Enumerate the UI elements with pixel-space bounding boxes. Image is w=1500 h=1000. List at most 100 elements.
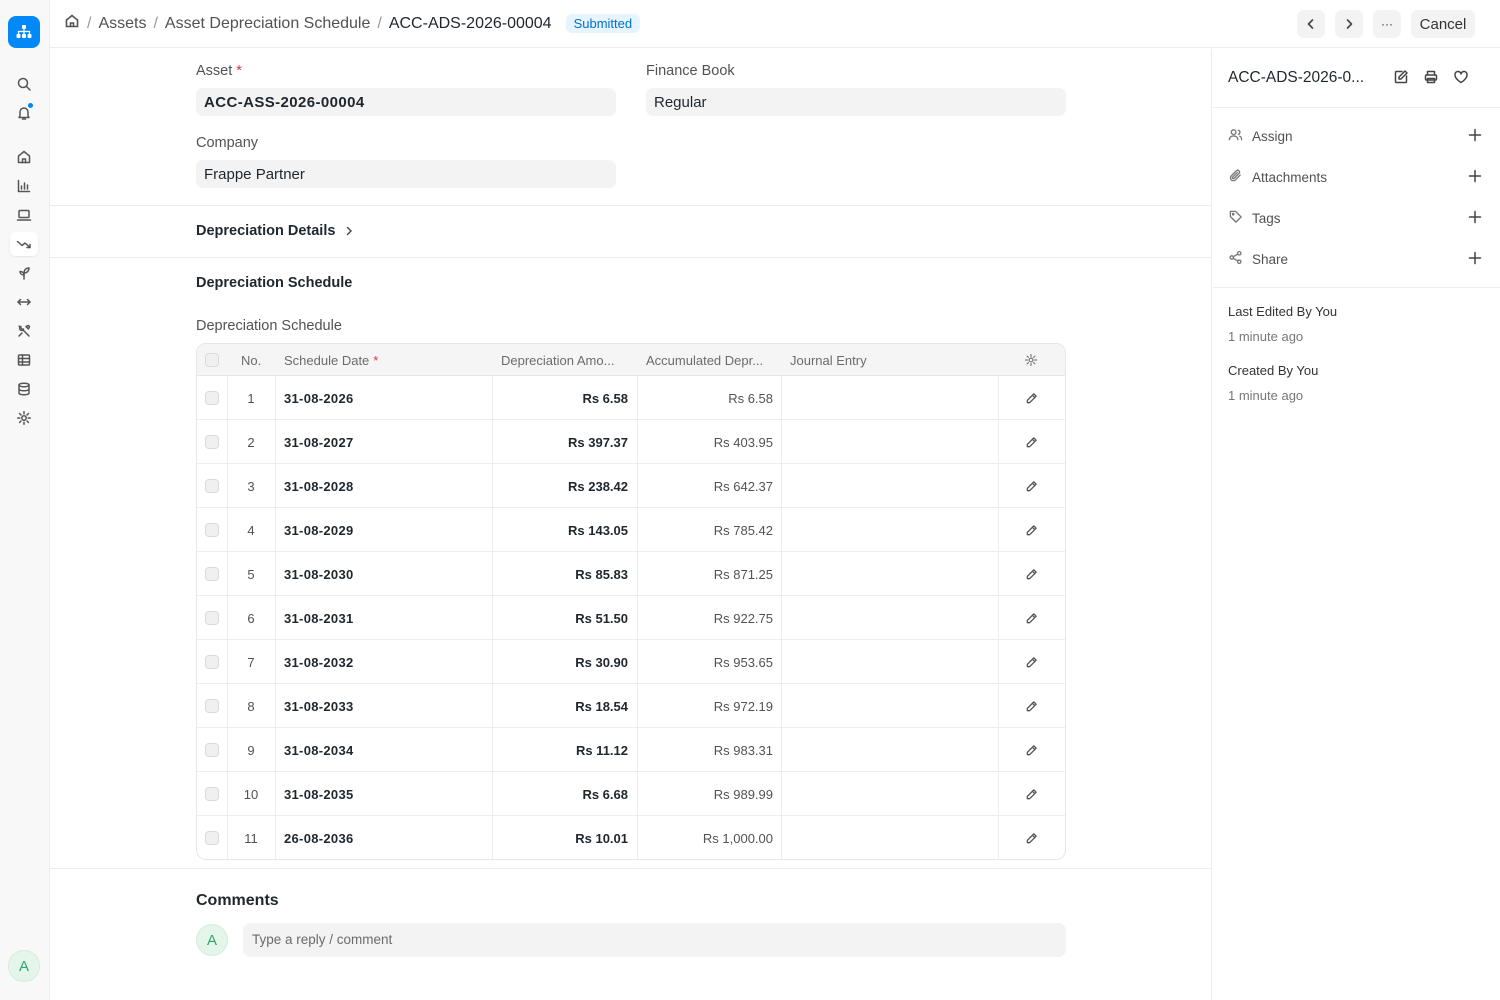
database-icon[interactable] xyxy=(10,377,38,401)
row-checkbox[interactable] xyxy=(205,552,221,596)
depreciation-amount-cell[interactable]: Rs 238.42 xyxy=(493,464,628,508)
edit-row-icon[interactable] xyxy=(1025,596,1041,640)
journal-entry-cell[interactable] xyxy=(782,464,998,508)
trend-down-icon[interactable] xyxy=(10,232,38,256)
schedule-date-cell[interactable]: 31-08-2027 xyxy=(284,420,354,464)
column-header-accumulated-depreciation[interactable]: Accumulated Depr... xyxy=(646,344,763,376)
depreciation-amount-cell[interactable]: Rs 85.83 xyxy=(493,552,628,596)
depreciation-amount-cell[interactable]: Rs 10.01 xyxy=(493,816,628,859)
breadcrumb-assets[interactable]: Assets xyxy=(98,15,146,33)
table-row[interactable]: 9 31-08-2034 Rs 11.12 Rs 983.31 xyxy=(197,728,1065,772)
row-checkbox[interactable] xyxy=(205,508,221,552)
accumulated-depreciation-cell[interactable]: Rs 953.65 xyxy=(638,640,773,684)
column-header-depreciation-amount[interactable]: Depreciation Amo... xyxy=(501,344,614,376)
row-checkbox[interactable] xyxy=(205,640,221,684)
journal-entry-cell[interactable] xyxy=(782,376,998,420)
row-checkbox[interactable] xyxy=(205,816,221,859)
journal-entry-cell[interactable] xyxy=(782,508,998,552)
accumulated-depreciation-cell[interactable]: Rs 922.75 xyxy=(638,596,773,640)
edit-icon[interactable] xyxy=(1393,69,1411,87)
column-header-schedule-date[interactable]: Schedule Date * xyxy=(284,344,378,376)
bar-chart-icon[interactable] xyxy=(10,174,38,198)
table-row[interactable]: 10 31-08-2035 Rs 6.68 Rs 989.99 xyxy=(197,772,1065,816)
accumulated-depreciation-cell[interactable]: Rs 6.58 xyxy=(638,376,773,420)
edit-row-icon[interactable] xyxy=(1025,376,1041,420)
table-row[interactable]: 2 31-08-2027 Rs 397.37 Rs 403.95 xyxy=(197,420,1065,464)
depreciation-amount-cell[interactable]: Rs 18.54 xyxy=(493,684,628,728)
depreciation-amount-cell[interactable]: Rs 143.05 xyxy=(493,508,628,552)
tags-row[interactable]: Tags xyxy=(1228,206,1483,230)
edit-row-icon[interactable] xyxy=(1025,552,1041,596)
finance-book-field[interactable]: Regular xyxy=(646,88,1066,116)
schedule-date-cell[interactable]: 31-08-2029 xyxy=(284,508,354,552)
edit-row-icon[interactable] xyxy=(1025,728,1041,772)
table-row[interactable]: 4 31-08-2029 Rs 143.05 Rs 785.42 xyxy=(197,508,1065,552)
previous-button[interactable] xyxy=(1297,10,1325,38)
accumulated-depreciation-cell[interactable]: Rs 983.31 xyxy=(638,728,773,772)
home-icon[interactable] xyxy=(10,145,38,169)
select-all-checkbox[interactable] xyxy=(205,344,221,376)
breadcrumb-asset-depreciation-schedule[interactable]: Asset Depreciation Schedule xyxy=(165,15,370,33)
print-icon[interactable] xyxy=(1423,69,1441,87)
row-checkbox[interactable] xyxy=(205,420,221,464)
depreciation-amount-cell[interactable]: Rs 6.68 xyxy=(493,772,628,816)
gear-icon[interactable] xyxy=(10,406,38,430)
notification-bell-icon[interactable] xyxy=(10,101,38,125)
schedule-date-cell[interactable]: 26-08-2036 xyxy=(284,816,354,859)
depreciation-amount-cell[interactable]: Rs 6.58 xyxy=(493,376,628,420)
edit-row-icon[interactable] xyxy=(1025,420,1041,464)
add-tag-button[interactable] xyxy=(1467,209,1483,228)
edit-row-icon[interactable] xyxy=(1025,640,1041,684)
company-field[interactable]: Frappe Partner xyxy=(196,160,616,188)
accumulated-depreciation-cell[interactable]: Rs 1,000.00 xyxy=(638,816,773,859)
table-row[interactable]: 6 31-08-2031 Rs 51.50 Rs 922.75 xyxy=(197,596,1065,640)
comment-input[interactable]: Type a reply / comment xyxy=(243,923,1066,957)
row-checkbox[interactable] xyxy=(205,684,221,728)
schedule-date-cell[interactable]: 31-08-2034 xyxy=(284,728,354,772)
journal-entry-cell[interactable] xyxy=(782,684,998,728)
accumulated-depreciation-cell[interactable]: Rs 871.25 xyxy=(638,552,773,596)
edit-row-icon[interactable] xyxy=(1025,772,1041,816)
table-row[interactable]: 11 26-08-2036 Rs 10.01 Rs 1,000.00 xyxy=(197,816,1065,859)
depreciation-amount-cell[interactable]: Rs 11.12 xyxy=(493,728,628,772)
accumulated-depreciation-cell[interactable]: Rs 785.42 xyxy=(638,508,773,552)
row-checkbox[interactable] xyxy=(205,728,221,772)
edit-row-icon[interactable] xyxy=(1025,816,1041,859)
schedule-date-cell[interactable]: 31-08-2026 xyxy=(284,376,354,420)
table-row[interactable]: 8 31-08-2033 Rs 18.54 Rs 972.19 xyxy=(197,684,1065,728)
schedule-date-cell[interactable]: 31-08-2028 xyxy=(284,464,354,508)
edit-row-icon[interactable] xyxy=(1025,508,1041,552)
depreciation-amount-cell[interactable]: Rs 397.37 xyxy=(493,420,628,464)
search-icon[interactable] xyxy=(10,72,38,96)
table-row[interactable]: 3 31-08-2028 Rs 238.42 Rs 642.37 xyxy=(197,464,1065,508)
user-avatar[interactable]: A xyxy=(8,950,40,982)
table-row[interactable]: 7 31-08-2032 Rs 30.90 Rs 953.65 xyxy=(197,640,1065,684)
more-options-button[interactable]: ··· xyxy=(1373,10,1401,38)
app-logo[interactable] xyxy=(8,16,40,48)
schedule-date-cell[interactable]: 31-08-2035 xyxy=(284,772,354,816)
accumulated-depreciation-cell[interactable]: Rs 989.99 xyxy=(638,772,773,816)
accumulated-depreciation-cell[interactable]: Rs 642.37 xyxy=(638,464,773,508)
schedule-date-cell[interactable]: 31-08-2031 xyxy=(284,596,354,640)
add-share-button[interactable] xyxy=(1467,250,1483,269)
column-settings-button[interactable] xyxy=(1024,344,1040,376)
journal-entry-cell[interactable] xyxy=(782,552,998,596)
schedule-date-cell[interactable]: 31-08-2032 xyxy=(284,640,354,684)
depreciation-details-section-toggle[interactable]: Depreciation Details xyxy=(196,223,355,239)
row-checkbox[interactable] xyxy=(205,464,221,508)
arrows-horizontal-icon[interactable] xyxy=(10,290,38,314)
row-checkbox[interactable] xyxy=(205,772,221,816)
tools-icon[interactable] xyxy=(10,319,38,343)
table-row[interactable]: 1 31-08-2026 Rs 6.58 Rs 6.58 xyxy=(197,376,1065,420)
journal-entry-cell[interactable] xyxy=(782,420,998,464)
schedule-date-cell[interactable]: 31-08-2030 xyxy=(284,552,354,596)
journal-entry-cell[interactable] xyxy=(782,640,998,684)
sprout-icon[interactable] xyxy=(10,261,38,285)
home-icon[interactable] xyxy=(64,13,80,34)
journal-entry-cell[interactable] xyxy=(782,728,998,772)
row-checkbox[interactable] xyxy=(205,596,221,640)
add-assign-button[interactable] xyxy=(1467,127,1483,146)
add-attachment-button[interactable] xyxy=(1467,168,1483,187)
edit-row-icon[interactable] xyxy=(1025,464,1041,508)
depreciation-amount-cell[interactable]: Rs 30.90 xyxy=(493,640,628,684)
